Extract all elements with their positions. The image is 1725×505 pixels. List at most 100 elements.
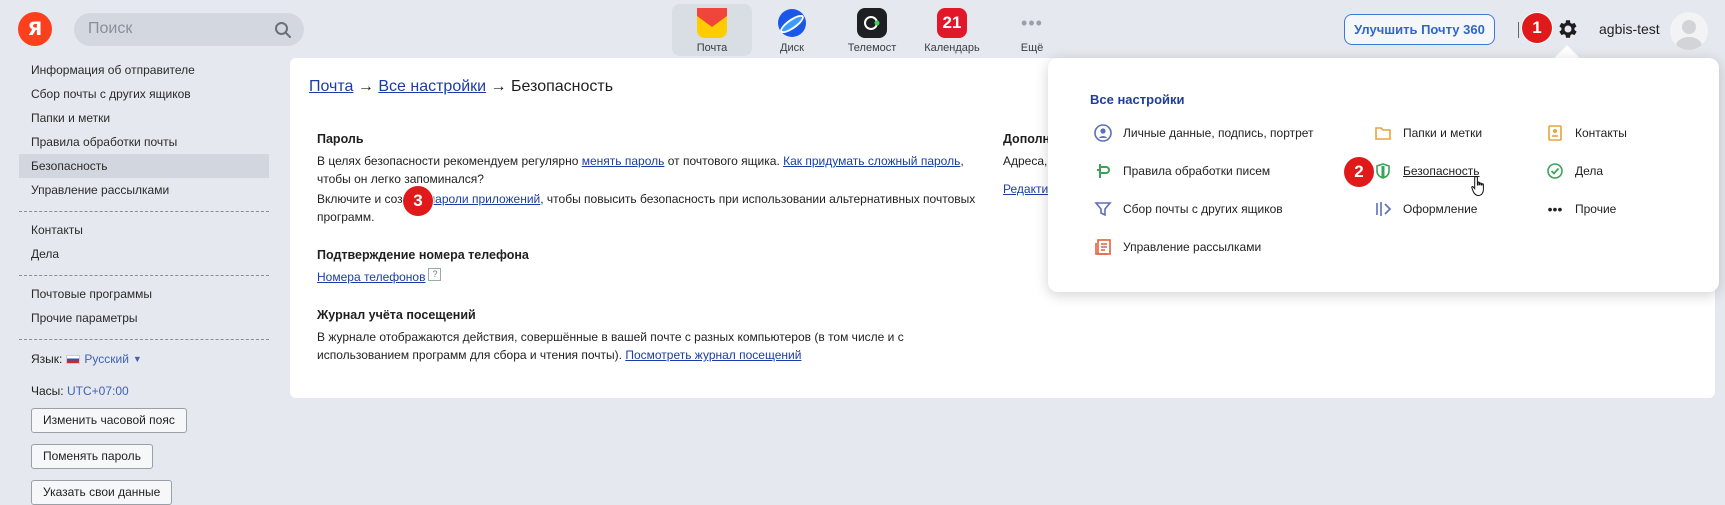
contacts-icon — [1545, 123, 1565, 143]
change-password-link[interactable]: менять пароль — [582, 154, 665, 168]
app-switcher: Почта Диск Телемост 21 Календарь ••• Ещё — [672, 4, 1072, 56]
sidebar-item-contacts[interactable]: Контакты — [19, 218, 269, 242]
annotation-badge-1: 1 — [1522, 13, 1552, 43]
app-calendar[interactable]: 21 Календарь — [912, 4, 992, 56]
phone-title: Подтверждение номера телефона — [317, 248, 529, 262]
language-select[interactable]: Русский — [84, 352, 129, 366]
app-calendar-label: Календарь — [924, 42, 980, 54]
popup-item-security[interactable]: Безопасность — [1373, 161, 1480, 181]
popup-item-subscriptions[interactable]: Управление рассылками — [1093, 237, 1261, 257]
popup-item-label: Дела — [1575, 164, 1604, 178]
timezone-value: UTC+07:00 — [66, 384, 129, 398]
edit-link[interactable]: Редакти — [1003, 182, 1048, 196]
sidebar-item-security[interactable]: Безопасность — [19, 154, 269, 178]
strong-password-help-link[interactable]: Как придумать сложный пароль — [783, 154, 960, 168]
popup-item-theme[interactable]: Оформление — [1373, 199, 1477, 219]
sidebar-divider — [19, 275, 269, 276]
breadcrumb-current: Безопасность — [511, 78, 614, 95]
additional-text: Адреса, — [1003, 154, 1048, 168]
help-icon[interactable]: ? — [428, 268, 442, 281]
popup-item-label: Сбор почты с других ящиков — [1123, 202, 1283, 216]
theme-icon — [1373, 199, 1393, 219]
journal-section: Журнал учёта посещений В журнале отображ… — [317, 306, 997, 364]
journal-text: В журнале отображаются действия, совершё… — [317, 328, 997, 364]
settings-sidebar: Информация об отправителе Сбор почты с д… — [19, 58, 269, 505]
sidebar-divider — [19, 211, 269, 212]
breadcrumb-all-settings-link[interactable]: Все настройки — [378, 78, 486, 95]
chevron-down-icon[interactable]: ▼ — [133, 354, 142, 364]
password-text-1: В целях безопасности рекомендуем регуляр… — [317, 152, 997, 188]
top-bar: Я Поиск Почта Диск Телемост 21 Календарь… — [0, 0, 1725, 58]
popup-item-label: Папки и метки — [1403, 126, 1483, 140]
dots-icon: ••• — [1547, 201, 1563, 217]
username[interactable]: agbis-test — [1599, 21, 1660, 37]
popup-item-other[interactable]: ••• Прочие — [1545, 199, 1617, 219]
hand-cursor-icon — [1471, 175, 1484, 197]
change-timezone-button[interactable]: Изменить часовой пояс — [31, 408, 187, 433]
newsletter-icon — [1093, 237, 1113, 257]
popup-item-label: Прочие — [1575, 202, 1617, 216]
popup-item-collector[interactable]: Сбор почты с других ящиков — [1093, 199, 1283, 219]
breadcrumb-arrow: → — [490, 78, 507, 95]
upgrade-mail-button[interactable]: Улучшить Почту 360 — [1344, 14, 1495, 45]
timezone-row: Часы: UTC+07:00 — [19, 384, 269, 398]
sidebar-item-sender-info[interactable]: Информация об отправителе — [19, 58, 269, 82]
shield-icon — [1373, 161, 1393, 181]
sidebar-item-other[interactable]: Прочие параметры — [19, 306, 269, 330]
breadcrumb: Почта → Все настройки → Безопасность — [309, 78, 613, 96]
app-mail-label: Почта — [696, 42, 728, 54]
popup-item-label: Личные данные, подпись, портрет — [1123, 126, 1314, 140]
app-disk[interactable]: Диск — [752, 4, 832, 56]
breadcrumb-arrow: → — [357, 78, 374, 95]
disk-icon — [777, 8, 807, 38]
annotation-badge-3: 3 — [403, 186, 433, 216]
app-telemost[interactable]: Телемост — [832, 4, 912, 56]
phone-section: Подтверждение номера телефона Номера тел… — [317, 246, 997, 286]
avatar[interactable] — [1670, 12, 1708, 50]
popup-item-folders[interactable]: Папки и метки — [1373, 123, 1482, 143]
text: от почтового ящика. — [664, 154, 784, 168]
text: Включите и соз — [317, 192, 403, 206]
filter-icon — [1093, 199, 1113, 219]
app-disk-label: Диск — [780, 42, 804, 54]
russian-flag-icon — [66, 354, 81, 364]
sidebar-item-mail-clients[interactable]: Почтовые программы — [19, 282, 269, 306]
sidebar-item-mail-collector[interactable]: Сбор почты с других ящиков — [19, 82, 269, 106]
more-icon: ••• — [1021, 12, 1043, 33]
popup-item-rules[interactable]: Правила обработки писем — [1093, 161, 1270, 181]
popup-item-label: Правила обработки писем — [1123, 164, 1271, 178]
language-row: Язык: Русский ▼ — [19, 352, 269, 366]
popup-item-label: Контакты — [1575, 126, 1627, 140]
set-personal-data-button[interactable]: Указать свои данные — [31, 480, 173, 505]
app-more[interactable]: ••• Ещё — [992, 4, 1072, 56]
search-icon[interactable] — [274, 21, 292, 39]
additional-title: Дополн — [1003, 132, 1051, 146]
sidebar-item-rules[interactable]: Правила обработки почты — [19, 130, 269, 154]
mail-icon — [697, 8, 727, 38]
rules-icon — [1093, 161, 1113, 181]
yandex-logo[interactable]: Я — [18, 12, 52, 46]
view-journal-link[interactable]: Посмотреть журнал посещений — [625, 348, 801, 362]
sidebar-item-subscriptions[interactable]: Управление рассылками — [19, 178, 269, 202]
app-passwords-link[interactable]: пароли приложений — [429, 192, 541, 206]
popup-item-todo[interactable]: Дела — [1545, 161, 1603, 181]
popup-title[interactable]: Все настройки — [1090, 92, 1185, 107]
change-password-button[interactable]: Поменять пароль — [31, 444, 153, 469]
popup-item-contacts[interactable]: Контакты — [1545, 123, 1627, 143]
app-telemost-label: Телемост — [847, 42, 897, 54]
password-title: Пароль — [317, 132, 364, 146]
sidebar-item-todo[interactable]: Дела — [19, 242, 269, 266]
calendar-day: 21 — [942, 13, 962, 32]
breadcrumb-mail-link[interactable]: Почта — [309, 78, 353, 95]
sidebar-item-folders[interactable]: Папки и метки — [19, 106, 269, 130]
popup-item-personal-data[interactable]: Личные данные, подпись, портрет — [1093, 123, 1314, 143]
text: В целях безопасности рекомендуем регуляр… — [317, 154, 582, 168]
additional-section: Дополн Адреса, Редакти — [1003, 130, 1050, 198]
phone-numbers-link[interactable]: Номера телефонов — [317, 270, 425, 284]
search-input[interactable]: Поиск — [74, 13, 304, 46]
app-mail[interactable]: Почта — [672, 4, 752, 56]
gear-icon[interactable] — [1555, 17, 1579, 41]
person-icon — [1093, 123, 1113, 143]
popup-item-label: Оформление — [1403, 202, 1478, 216]
journal-title: Журнал учёта посещений — [317, 308, 476, 322]
